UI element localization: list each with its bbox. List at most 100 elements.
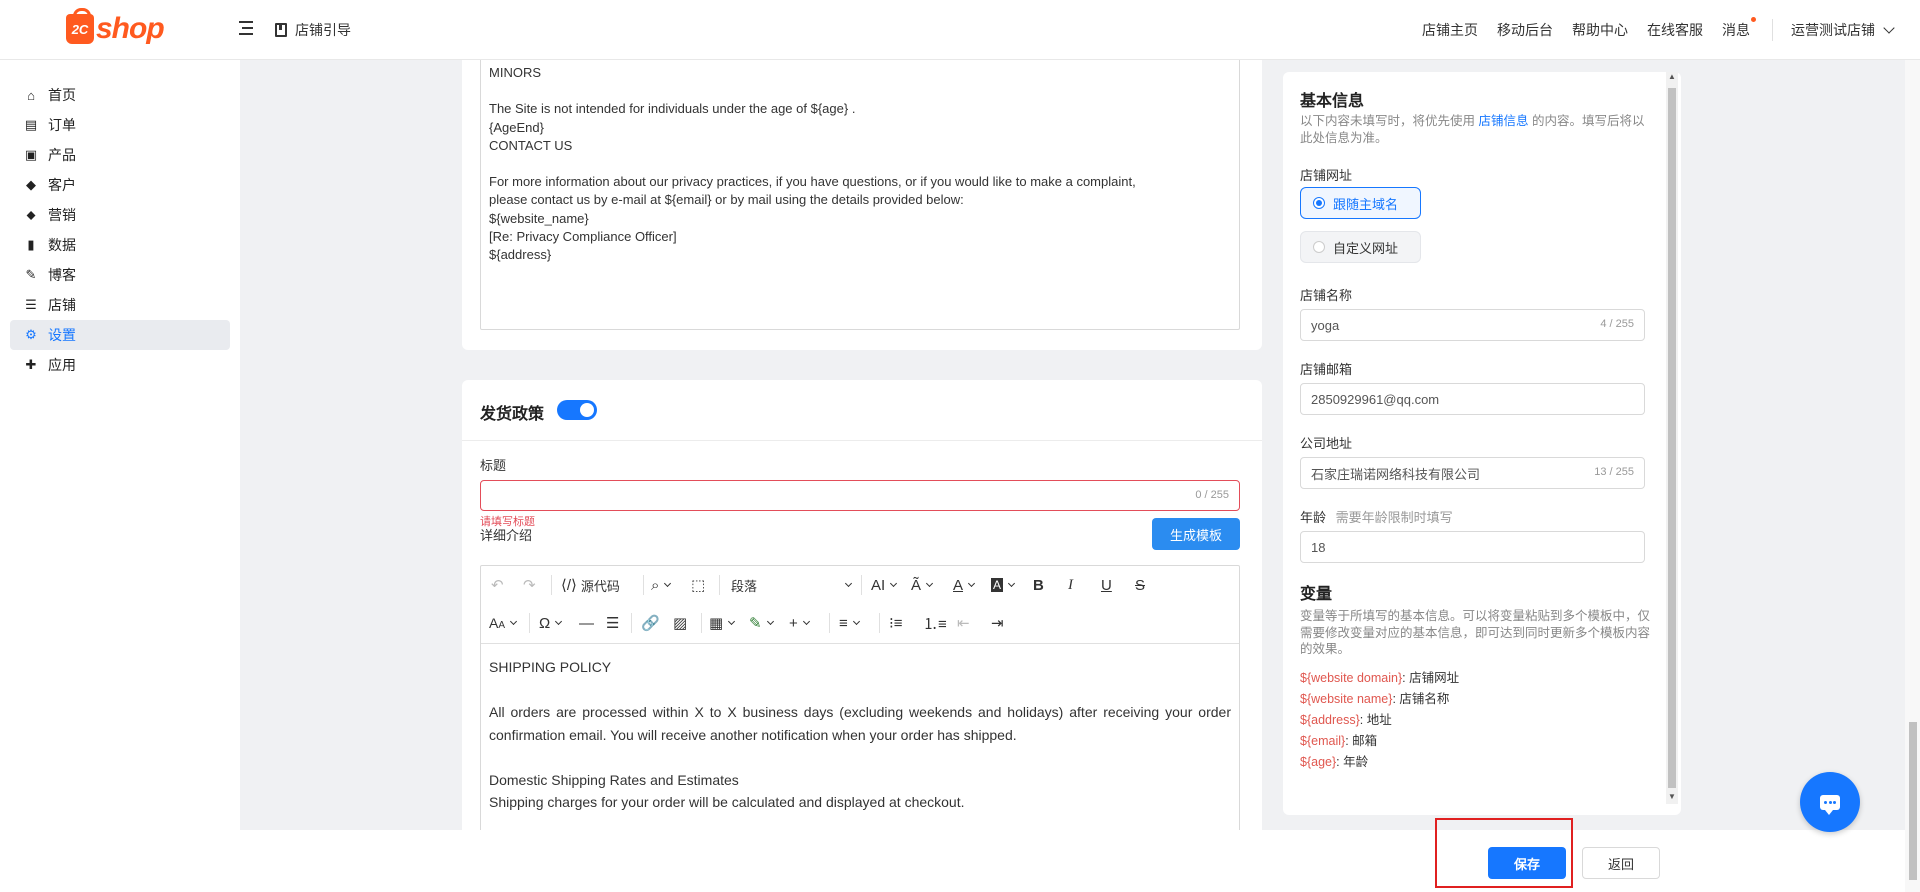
privacy-line: ${website_name} <box>489 210 589 226</box>
redo-icon[interactable]: ↷ <box>523 574 536 596</box>
privacy-line: [Re: Privacy Compliance Officer] <box>489 228 677 244</box>
sidebar-item-0[interactable]: ⌂ 首页 <box>10 80 230 110</box>
background-color-icon: A <box>991 578 1004 592</box>
scroll-up-icon[interactable]: ▲ <box>1668 72 1676 81</box>
numbered-list-icon[interactable]: ⒈≡ <box>923 612 947 634</box>
company-address-value: 石家庄瑞诺网络科技有限公司 <box>1311 466 1481 482</box>
variables-description: 变量等于所填写的基本信息。可以将变量粘贴到多个模板中，仅需要修改变量对应的基本信… <box>1300 609 1651 656</box>
shipping-policy-toggle[interactable] <box>557 400 597 420</box>
privacy-policy-editor-content[interactable]: MINORS The Site is not intended for indiv… <box>480 50 1240 330</box>
variable-item: ${website domain}: 店铺网址 <box>1300 667 1459 686</box>
title-input[interactable]: 0 / 255 <box>480 480 1240 511</box>
table-dropdown[interactable]: ▦ <box>709 612 736 634</box>
nav-help-center[interactable]: 帮助中心 <box>1572 20 1628 40</box>
store-guide-link[interactable]: 店铺引导 <box>275 20 351 40</box>
select-all-icon[interactable]: ⬚ <box>691 574 705 596</box>
find-replace-dropdown[interactable]: ⌕ <box>651 574 672 596</box>
source-code-button[interactable]: ⟨/⟩ 源代码 <box>561 574 620 596</box>
privacy-line: CONTACT US <box>489 137 573 153</box>
logo[interactable]: 2C shop <box>66 8 165 46</box>
bullet-list-icon[interactable]: ⁝≡ <box>889 612 903 634</box>
store-selector[interactable]: 运营测试店铺 <box>1791 20 1895 40</box>
variable-token[interactable]: ${address} <box>1300 713 1360 727</box>
underline-icon[interactable]: U <box>1101 574 1112 596</box>
sidebar-item-4[interactable]: ⬥ 营销 <box>10 200 230 230</box>
variable-token[interactable]: ${age} <box>1300 755 1336 769</box>
gear-icon: ⚙ <box>25 327 37 342</box>
variable-token[interactable]: ${email} <box>1300 734 1345 748</box>
strikethrough-icon[interactable]: S <box>1135 574 1145 596</box>
variable-meaning: 店铺网址 <box>1409 671 1460 685</box>
variable-token[interactable]: ${website name} <box>1300 692 1392 706</box>
outdent-icon[interactable]: ⇤ <box>957 612 970 634</box>
editor-content[interactable]: SHIPPING POLICY All orders are processed … <box>481 644 1239 826</box>
panel-scrollbar[interactable]: ▲ ▼ <box>1666 72 1678 804</box>
indent-icon[interactable]: ⇥ <box>991 612 1004 634</box>
radio-custom-url[interactable]: 自定义网址 <box>1300 231 1421 263</box>
scroll-down-icon[interactable]: ▼ <box>1668 792 1676 801</box>
image-icon[interactable]: ▨ <box>673 612 687 634</box>
sidebar-item-2[interactable]: ▣ 产品 <box>10 140 230 170</box>
back-button[interactable]: 返回 <box>1582 847 1660 879</box>
tag-icon: ⬥ <box>26 207 36 222</box>
italic-icon[interactable]: I <box>1068 574 1073 596</box>
highlight-dropdown[interactable]: ✎ <box>749 612 774 634</box>
save-button[interactable]: 保存 <box>1488 847 1566 879</box>
nav-store-home[interactable]: 店铺主页 <box>1422 20 1478 40</box>
generate-template-button[interactable]: 生成模板 <box>1152 518 1240 550</box>
page-break-icon[interactable]: ☰ <box>606 612 619 634</box>
age-input[interactable]: 18 <box>1300 531 1645 563</box>
link-icon[interactable]: 🔗 <box>641 612 660 634</box>
insert-dropdown[interactable]: + <box>789 612 810 634</box>
store-info-link[interactable]: 店铺信息 <box>1478 114 1528 128</box>
sidebar-item-9[interactable]: ✚ 应用 <box>10 350 230 380</box>
sidebar-item-7[interactable]: ☰ 店铺 <box>10 290 230 320</box>
font-color-dropdown[interactable]: A <box>953 574 976 596</box>
align-dropdown[interactable]: ≡ <box>839 612 860 634</box>
store-icon: ☰ <box>25 297 37 312</box>
store-email-label: 店铺邮箱 <box>1300 362 1353 377</box>
store-name: 运营测试店铺 <box>1791 22 1875 38</box>
company-address-input[interactable]: 石家庄瑞诺网络科技有限公司 13 / 255 <box>1300 457 1645 489</box>
chat-support-button[interactable] <box>1800 772 1860 832</box>
menu-toggle-icon[interactable] <box>239 21 255 35</box>
privacy-line <box>489 82 1231 100</box>
paragraph-format-dropdown[interactable]: 段落 <box>731 574 853 596</box>
company-address-label: 公司地址 <box>1300 436 1353 451</box>
horizontal-line-icon[interactable]: — <box>579 612 594 634</box>
page-scrollbar[interactable] <box>1905 60 1920 892</box>
font-family-dropdown[interactable]: Ã <box>911 574 934 596</box>
page-scroll-thumb[interactable] <box>1909 722 1917 880</box>
bold-icon[interactable]: B <box>1033 574 1044 596</box>
paragraph-format-label: 段落 <box>731 578 758 594</box>
radio-label: 跟随主域名 <box>1333 196 1399 212</box>
sidebar-item-6[interactable]: ✎ 博客 <box>10 260 230 290</box>
toolbar-divider <box>551 575 552 595</box>
special-char-dropdown[interactable]: Ω <box>539 612 563 634</box>
sidebar-item-1[interactable]: ▤ 订单 <box>10 110 230 140</box>
variable-meaning: 年龄 <box>1343 755 1369 769</box>
privacy-line <box>489 155 1231 173</box>
nav-messages[interactable]: 消息 <box>1722 17 1756 40</box>
store-url-label: 店铺网址 <box>1300 168 1353 183</box>
radio-follow-main-domain[interactable]: 跟随主域名 <box>1300 187 1421 219</box>
variable-meaning: 店铺名称 <box>1399 692 1450 706</box>
privacy-line: For more information about our privacy p… <box>489 174 1136 190</box>
store-name-value: yoga <box>1311 317 1340 333</box>
sidebar-item-5[interactable]: ▮ 数据 <box>10 230 230 260</box>
variable-token[interactable]: ${website domain} <box>1300 671 1402 685</box>
text-case-dropdown[interactable]: AA <box>489 612 518 634</box>
nav-divider <box>1772 19 1773 41</box>
main-content: MINORS The Site is not intended for indiv… <box>240 50 1905 892</box>
font-size-dropdown[interactable]: AI <box>871 574 898 596</box>
sidebar-item-label: 应用 <box>48 357 76 373</box>
store-name-input[interactable]: yoga 4 / 255 <box>1300 309 1645 341</box>
sidebar-item-3[interactable]: ◆ 客户 <box>10 170 230 200</box>
undo-icon[interactable]: ↶ <box>491 574 504 596</box>
sidebar-item-8[interactable]: ⚙ 设置 <box>10 320 230 350</box>
nav-mobile-admin[interactable]: 移动后台 <box>1497 20 1553 40</box>
background-color-dropdown[interactable]: A <box>991 574 1016 596</box>
panel-scroll-thumb[interactable] <box>1668 88 1676 788</box>
nav-online-support[interactable]: 在线客服 <box>1647 20 1703 40</box>
store-email-input[interactable]: 2850929961@qq.com <box>1300 383 1645 415</box>
